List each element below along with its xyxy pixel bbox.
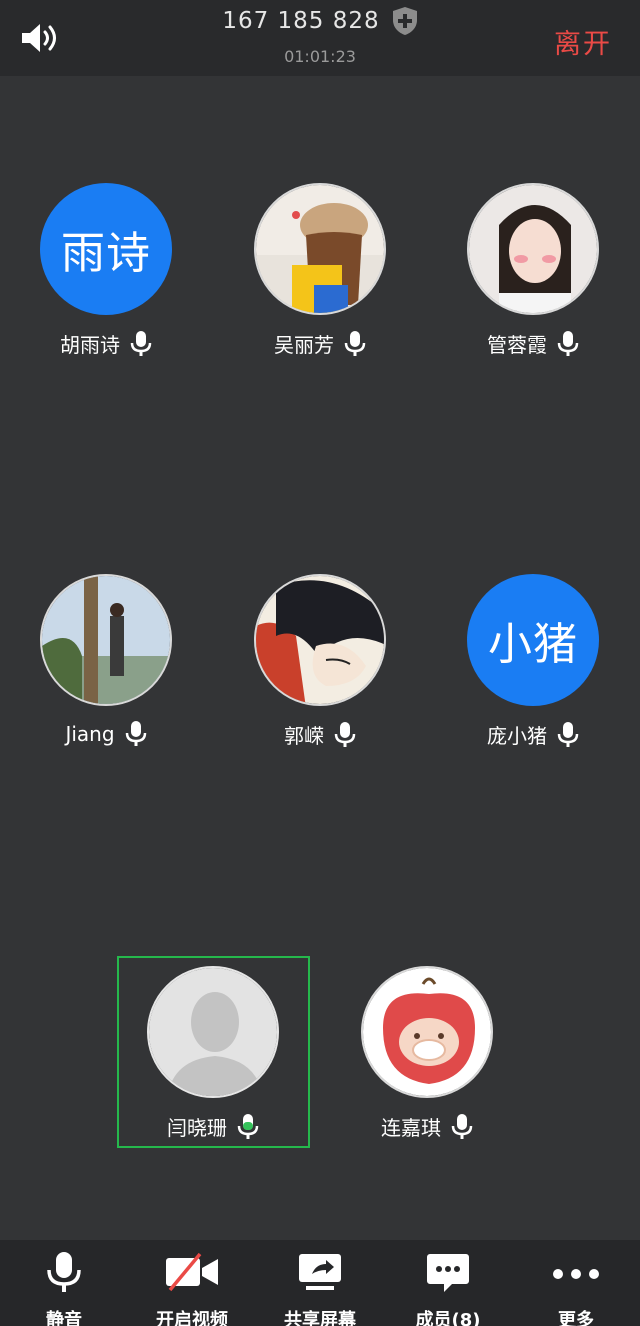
microphone-speaking-icon [237,1113,259,1139]
avatar [361,966,493,1098]
meeting-id: 167 185 828 [222,8,380,34]
leave-button[interactable]: 离开 [554,22,612,61]
participant-name: 吴丽芳 [274,333,334,357]
share-screen-button[interactable]: 共享屏幕 [256,1240,384,1326]
share-screen-label: 共享屏幕 [284,1310,356,1326]
participant-name: 郭嵘 [284,724,324,748]
avatar [254,574,386,706]
microphone-icon [557,330,579,356]
more-label: 更多 [558,1310,594,1326]
microphone-icon [130,330,152,356]
photo-avatar-image [42,576,170,704]
participant-name: 胡雨诗 [60,333,120,357]
members-button[interactable]: 成员(8) [384,1240,512,1326]
chat-bubble-icon [427,1254,469,1292]
avatar: 小猪 [467,574,599,706]
meeting-id-row[interactable]: 167 185 828 [0,6,640,36]
default-avatar-icon [149,968,277,1096]
bottom-toolbar: 静音 开启视频 共享屏幕 成员(8) 更多 [0,1240,640,1326]
photo-avatar-image [363,968,491,1096]
microphone-icon [334,721,356,747]
start-video-button[interactable]: 开启视频 [128,1240,256,1326]
video-off-icon [166,1252,218,1292]
photo-avatar-image [256,576,384,704]
more-dots-icon [553,1269,599,1279]
avatar [147,966,279,1098]
avatar [254,183,386,315]
photo-avatar-image [469,185,597,313]
participant-name: Jiang [65,722,115,746]
participant-name: 闫晓珊 [167,1116,227,1140]
start-video-label: 开启视频 [156,1310,228,1326]
participant-name: 管蓉霞 [487,333,547,357]
mute-label: 静音 [46,1310,82,1326]
microphone-icon [557,721,579,747]
shield-icon [392,7,417,35]
meeting-timer: 01:01:23 [284,47,356,66]
microphone-icon [125,721,146,746]
avatar [40,574,172,706]
avatar [467,183,599,315]
mute-button[interactable]: 静音 [0,1240,128,1326]
members-label: 成员(8) [415,1310,481,1326]
microphone-icon [451,1113,473,1139]
participant-name: 庞小猪 [487,724,547,748]
participant-name: 连嘉琪 [381,1116,441,1140]
microphone-icon [47,1252,81,1292]
more-button[interactable]: 更多 [512,1240,640,1326]
top-bar: 167 185 828 01:01:23 离开 [0,0,640,76]
share-screen-icon [299,1254,341,1290]
microphone-icon [344,330,366,356]
avatar: 雨诗 [40,183,172,315]
photo-avatar-image [256,185,384,313]
